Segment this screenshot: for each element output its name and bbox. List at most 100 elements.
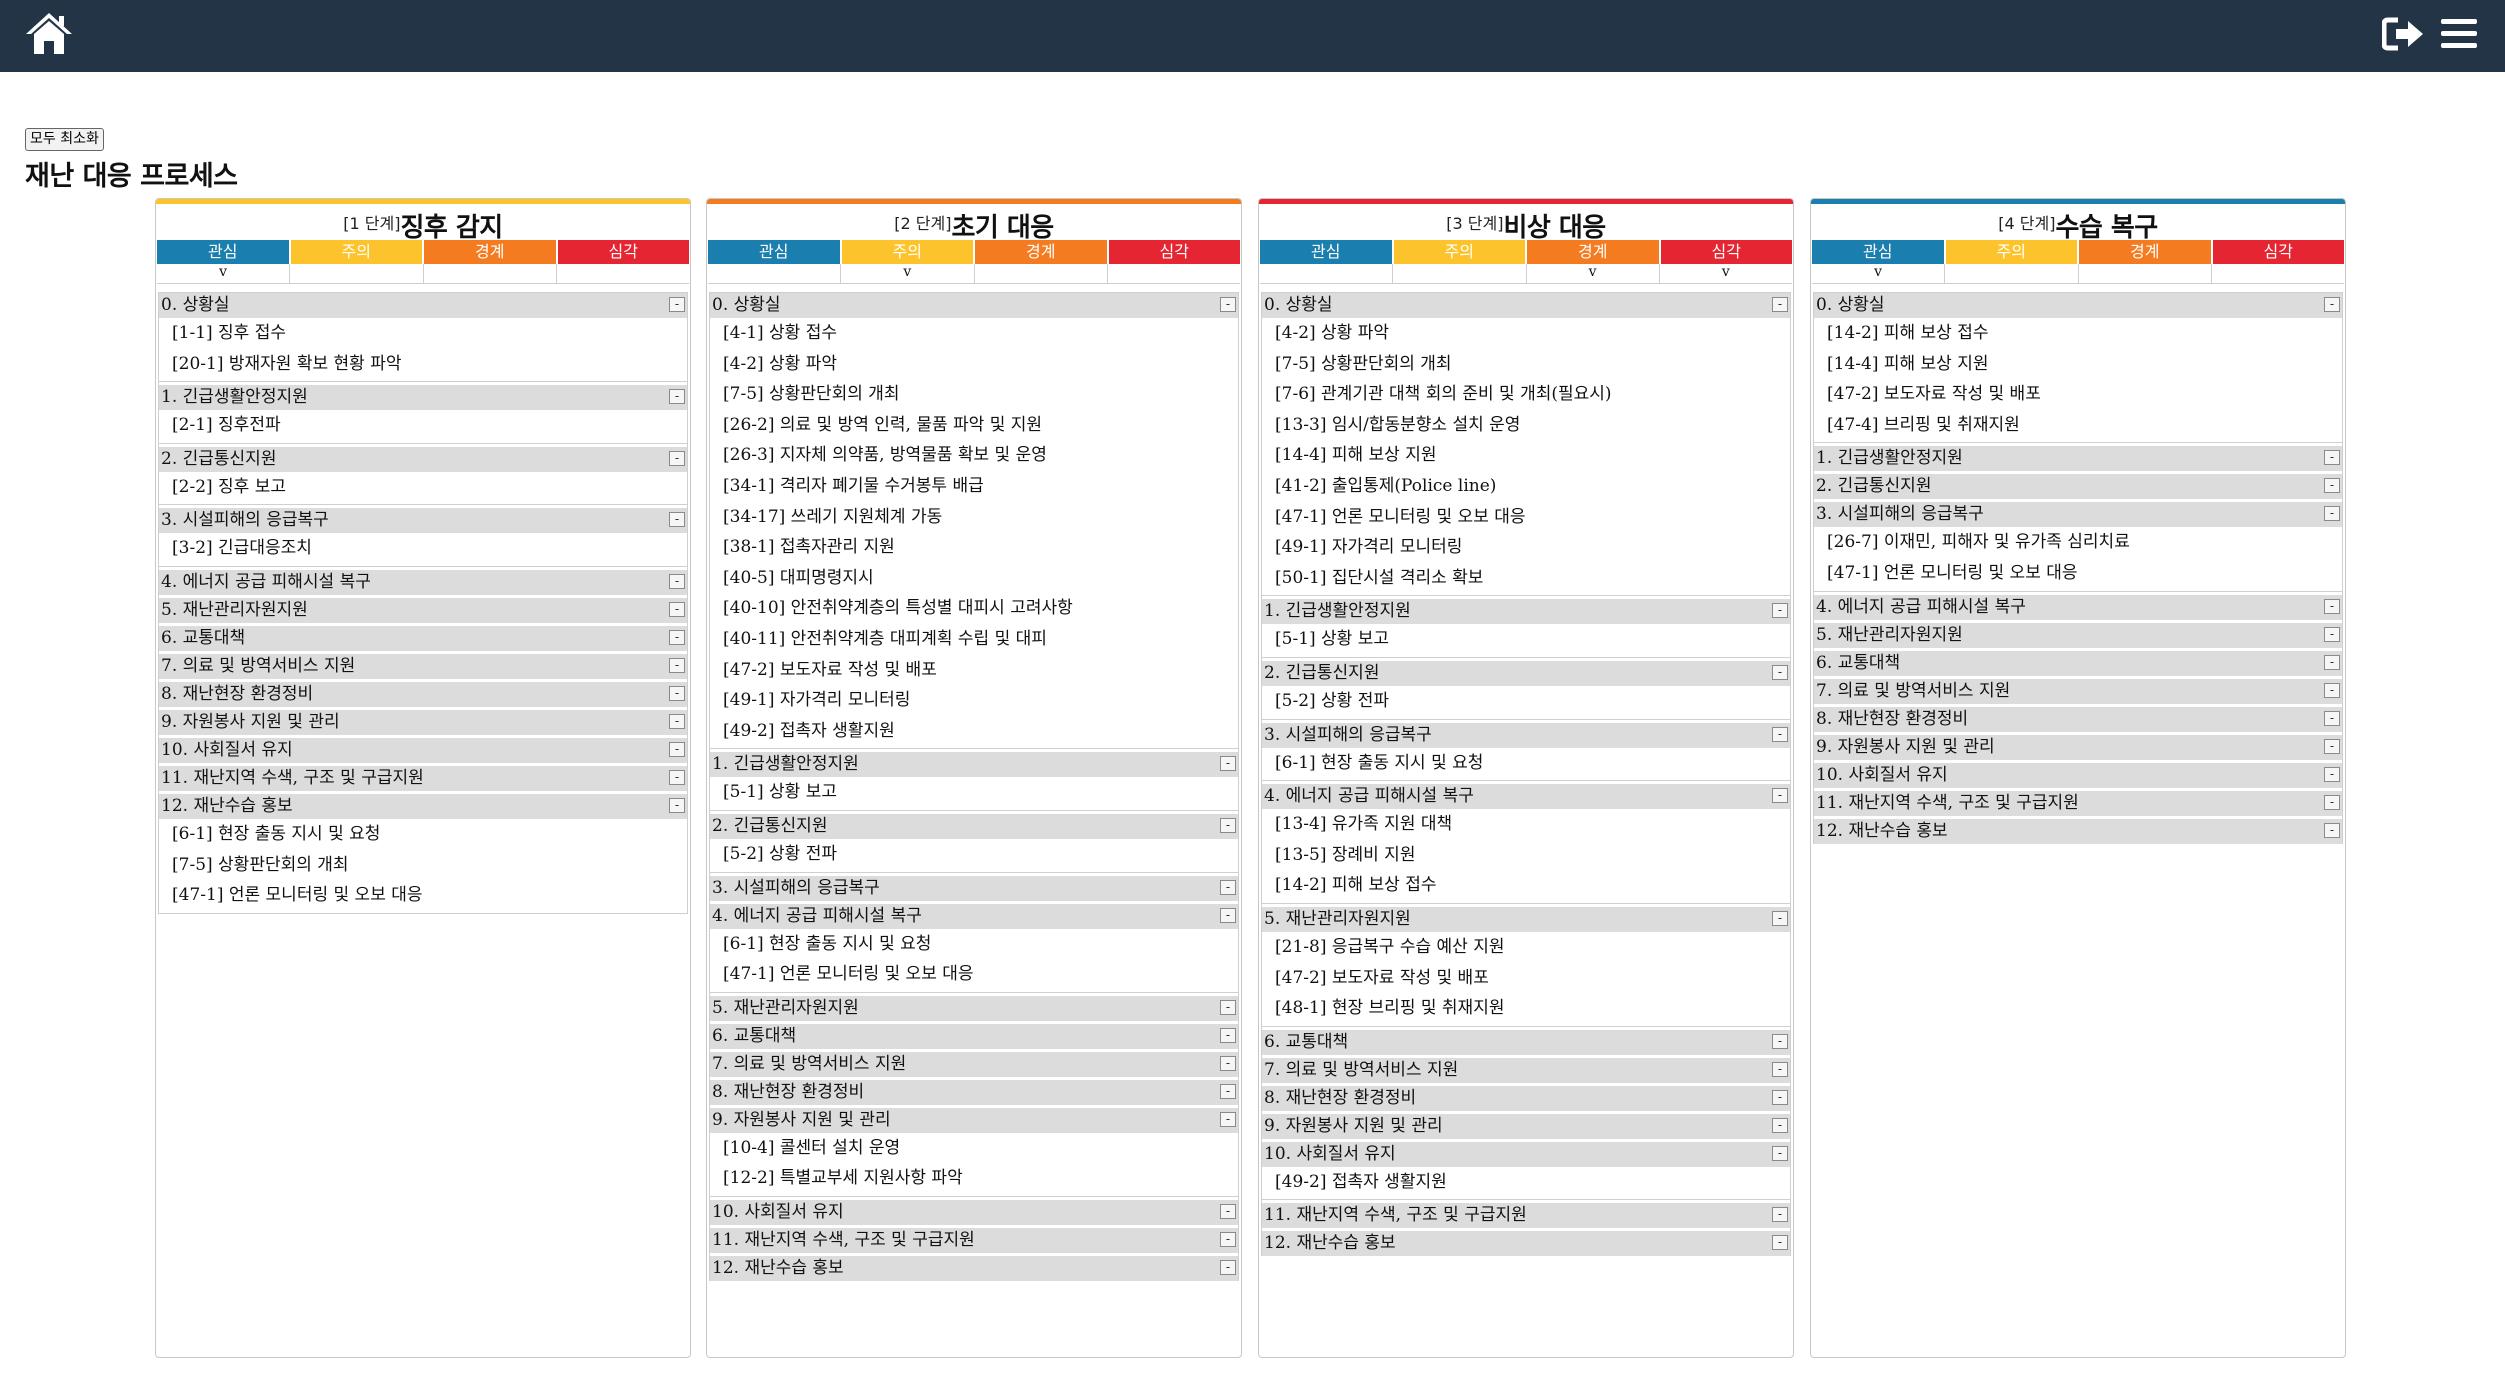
task-group-header[interactable]: 12. 재난수습 홍보 - bbox=[159, 790, 687, 819]
task-group-header[interactable]: 9. 자원봉사 지원 및 관리 - bbox=[710, 1104, 1238, 1133]
task-item[interactable]: [34-17] 쓰레기 지원체계 가동 bbox=[710, 502, 1238, 533]
collapse-toggle-icon[interactable]: - bbox=[1772, 664, 1788, 680]
alert-level-tab[interactable]: 주의 bbox=[1945, 240, 2079, 264]
collapse-toggle-icon[interactable]: - bbox=[669, 629, 685, 645]
task-group-header[interactable]: 12. 재난수습 홍보 - bbox=[1262, 1228, 1790, 1257]
collapse-toggle-icon[interactable]: - bbox=[669, 685, 685, 701]
alert-level-tab[interactable]: 심각 bbox=[557, 240, 689, 264]
collapse-toggle-icon[interactable]: - bbox=[669, 769, 685, 785]
collapse-toggle-icon[interactable]: - bbox=[1772, 1033, 1788, 1049]
collapse-toggle-icon[interactable]: - bbox=[669, 713, 685, 729]
collapse-toggle-icon[interactable]: - bbox=[2324, 506, 2340, 522]
collapse-toggle-icon[interactable]: - bbox=[2324, 738, 2340, 754]
alert-level-tab[interactable]: 관심 bbox=[1812, 240, 1946, 264]
task-group-header[interactable]: 0. 상황실 - bbox=[1814, 293, 2342, 318]
task-group-header[interactable]: 9. 자원봉사 지원 및 관리 - bbox=[159, 706, 687, 735]
task-group-header[interactable]: 12. 재난수습 홍보 - bbox=[1814, 815, 2342, 844]
task-group-header[interactable]: 11. 재난지역 수색, 구조 및 구급지원 - bbox=[1262, 1200, 1790, 1229]
collapse-toggle-icon[interactable]: - bbox=[1772, 297, 1788, 312]
task-item[interactable]: [12-2] 특별교부세 지원사항 파악 bbox=[710, 1163, 1238, 1194]
collapse-toggle-icon[interactable]: - bbox=[1772, 1145, 1788, 1161]
collapse-toggle-icon[interactable]: - bbox=[1220, 1203, 1236, 1219]
task-group-header[interactable]: 7. 의료 및 방역서비스 지원 - bbox=[710, 1048, 1238, 1077]
collapse-toggle-icon[interactable]: - bbox=[1220, 297, 1236, 312]
task-item[interactable]: [5-1] 상황 보고 bbox=[710, 777, 1238, 808]
task-item[interactable]: [7-5] 상황판단회의 개최 bbox=[1262, 349, 1790, 380]
collapse-toggle-icon[interactable]: - bbox=[669, 657, 685, 673]
collapse-toggle-icon[interactable]: - bbox=[1220, 756, 1236, 772]
task-group-header[interactable]: 2. 긴급통신지원 - bbox=[159, 443, 687, 472]
task-group-header[interactable]: 9. 자원봉사 지원 및 관리 - bbox=[1262, 1110, 1790, 1139]
task-group-header[interactable]: 11. 재난지역 수색, 구조 및 구급지원 - bbox=[710, 1224, 1238, 1253]
task-item[interactable]: [4-2] 상황 파악 bbox=[1262, 318, 1790, 349]
collapse-toggle-icon[interactable]: - bbox=[2324, 598, 2340, 614]
collapse-toggle-icon[interactable]: - bbox=[1220, 1055, 1236, 1071]
task-item[interactable]: [7-5] 상황판단회의 개최 bbox=[159, 850, 687, 881]
task-group-header[interactable]: 2. 긴급통신지원 - bbox=[1262, 657, 1790, 686]
collapse-toggle-icon[interactable]: - bbox=[1220, 1083, 1236, 1099]
task-item[interactable]: [41-2] 출입통제(Police line) bbox=[1262, 471, 1790, 502]
task-item[interactable]: [13-4] 유가족 지원 대책 bbox=[1262, 809, 1790, 840]
task-group-header[interactable]: 9. 자원봉사 지원 및 관리 - bbox=[1814, 731, 2342, 760]
task-item[interactable]: [4-1] 상황 접수 bbox=[710, 318, 1238, 349]
task-item[interactable]: [14-4] 피해 보상 지원 bbox=[1262, 440, 1790, 471]
task-group-header[interactable]: 0. 상황실 - bbox=[710, 293, 1238, 318]
task-group-header[interactable]: 4. 에너지 공급 피해시설 복구 - bbox=[1814, 591, 2342, 620]
task-item[interactable]: [47-2] 보도자료 작성 및 배포 bbox=[1262, 963, 1790, 994]
task-group-header[interactable]: 3. 시설피해의 응급복구 - bbox=[1262, 719, 1790, 748]
task-group-header[interactable]: 1. 긴급생활안정지원 - bbox=[1262, 596, 1790, 625]
task-item[interactable]: [38-1] 접촉자관리 지원 bbox=[710, 532, 1238, 563]
collapse-toggle-icon[interactable]: - bbox=[1220, 1259, 1236, 1275]
task-group-header[interactable]: 3. 시설피해의 응급복구 - bbox=[1814, 499, 2342, 528]
task-item[interactable]: [20-1] 방재자원 확보 현황 파악 bbox=[159, 349, 687, 380]
collapse-toggle-icon[interactable]: - bbox=[1772, 1235, 1788, 1251]
collapse-toggle-icon[interactable]: - bbox=[1772, 1207, 1788, 1223]
task-group-header[interactable]: 6. 교통대책 - bbox=[1814, 647, 2342, 676]
task-group-header[interactable]: 5. 재난관리자원지원 - bbox=[159, 594, 687, 623]
alert-level-tab[interactable]: 주의 bbox=[841, 240, 975, 264]
collapse-toggle-icon[interactable]: - bbox=[2324, 450, 2340, 466]
alert-level-tab[interactable]: 심각 bbox=[1660, 240, 1792, 264]
collapse-toggle-icon[interactable]: - bbox=[669, 601, 685, 617]
task-item[interactable]: [14-2] 피해 보상 접수 bbox=[1814, 318, 2342, 349]
alert-level-tab[interactable]: 심각 bbox=[2212, 240, 2344, 264]
task-group-header[interactable]: 3. 시설피해의 응급복구 - bbox=[710, 872, 1238, 901]
hamburger-menu-icon[interactable] bbox=[2437, 14, 2481, 54]
task-group-header[interactable]: 8. 재난현장 환경정비 - bbox=[159, 678, 687, 707]
task-item[interactable]: [7-5] 상황판단회의 개최 bbox=[710, 379, 1238, 410]
task-group-header[interactable]: 3. 시설피해의 응급복구 - bbox=[159, 505, 687, 534]
task-group-header[interactable]: 12. 재난수습 홍보 - bbox=[710, 1252, 1238, 1281]
task-group-header[interactable]: 4. 에너지 공급 피해시설 복구 - bbox=[1262, 781, 1790, 810]
collapse-toggle-icon[interactable]: - bbox=[2324, 478, 2340, 494]
task-item[interactable]: [13-3] 임시/합동분향소 설치 운영 bbox=[1262, 410, 1790, 441]
task-group-header[interactable]: 6. 교통대책 - bbox=[1262, 1026, 1790, 1055]
collapse-toggle-icon[interactable]: - bbox=[2324, 710, 2340, 726]
task-item[interactable]: [48-1] 현장 브리핑 및 취재지원 bbox=[1262, 993, 1790, 1024]
task-item[interactable]: [49-2] 접촉자 생활지원 bbox=[710, 716, 1238, 747]
collapse-toggle-icon[interactable]: - bbox=[1772, 1061, 1788, 1077]
task-item[interactable]: [47-1] 언론 모니터링 및 오보 대응 bbox=[710, 959, 1238, 990]
task-group-header[interactable]: 10. 사회질서 유지 - bbox=[1262, 1138, 1790, 1167]
task-group-header[interactable]: 1. 긴급생활안정지원 - bbox=[159, 382, 687, 411]
home-icon[interactable] bbox=[24, 10, 74, 56]
task-group-header[interactable]: 2. 긴급통신지원 - bbox=[1814, 471, 2342, 500]
task-item[interactable]: [3-2] 긴급대응조치 bbox=[159, 533, 687, 564]
task-item[interactable]: [1-1] 징후 접수 bbox=[159, 318, 687, 349]
task-item[interactable]: [26-2] 의료 및 방역 인력, 물품 파악 및 지원 bbox=[710, 410, 1238, 441]
collapse-toggle-icon[interactable]: - bbox=[669, 741, 685, 757]
task-group-header[interactable]: 7. 의료 및 방역서비스 지원 - bbox=[159, 650, 687, 679]
task-group-header[interactable]: 2. 긴급통신지원 - bbox=[710, 810, 1238, 839]
collapse-toggle-icon[interactable]: - bbox=[2324, 626, 2340, 642]
task-item[interactable]: [14-2] 피해 보상 접수 bbox=[1262, 870, 1790, 901]
alert-level-tab[interactable]: 관심 bbox=[1260, 240, 1394, 264]
collapse-toggle-icon[interactable]: - bbox=[669, 512, 685, 528]
alert-level-tab[interactable]: 경계 bbox=[424, 240, 558, 264]
minimize-all-button[interactable]: 모두 최소화 bbox=[25, 128, 104, 151]
task-group-header[interactable]: 4. 에너지 공급 피해시설 복구 - bbox=[710, 900, 1238, 929]
task-group-header[interactable]: 0. 상황실 - bbox=[1262, 293, 1790, 318]
collapse-toggle-icon[interactable]: - bbox=[1772, 1089, 1788, 1105]
alert-level-tab[interactable]: 경계 bbox=[2079, 240, 2213, 264]
task-group-header[interactable]: 10. 사회질서 유지 - bbox=[159, 734, 687, 763]
task-group-header[interactable]: 0. 상황실 - bbox=[159, 293, 687, 318]
task-item[interactable]: [34-1] 격리자 폐기물 수거봉투 배급 bbox=[710, 471, 1238, 502]
